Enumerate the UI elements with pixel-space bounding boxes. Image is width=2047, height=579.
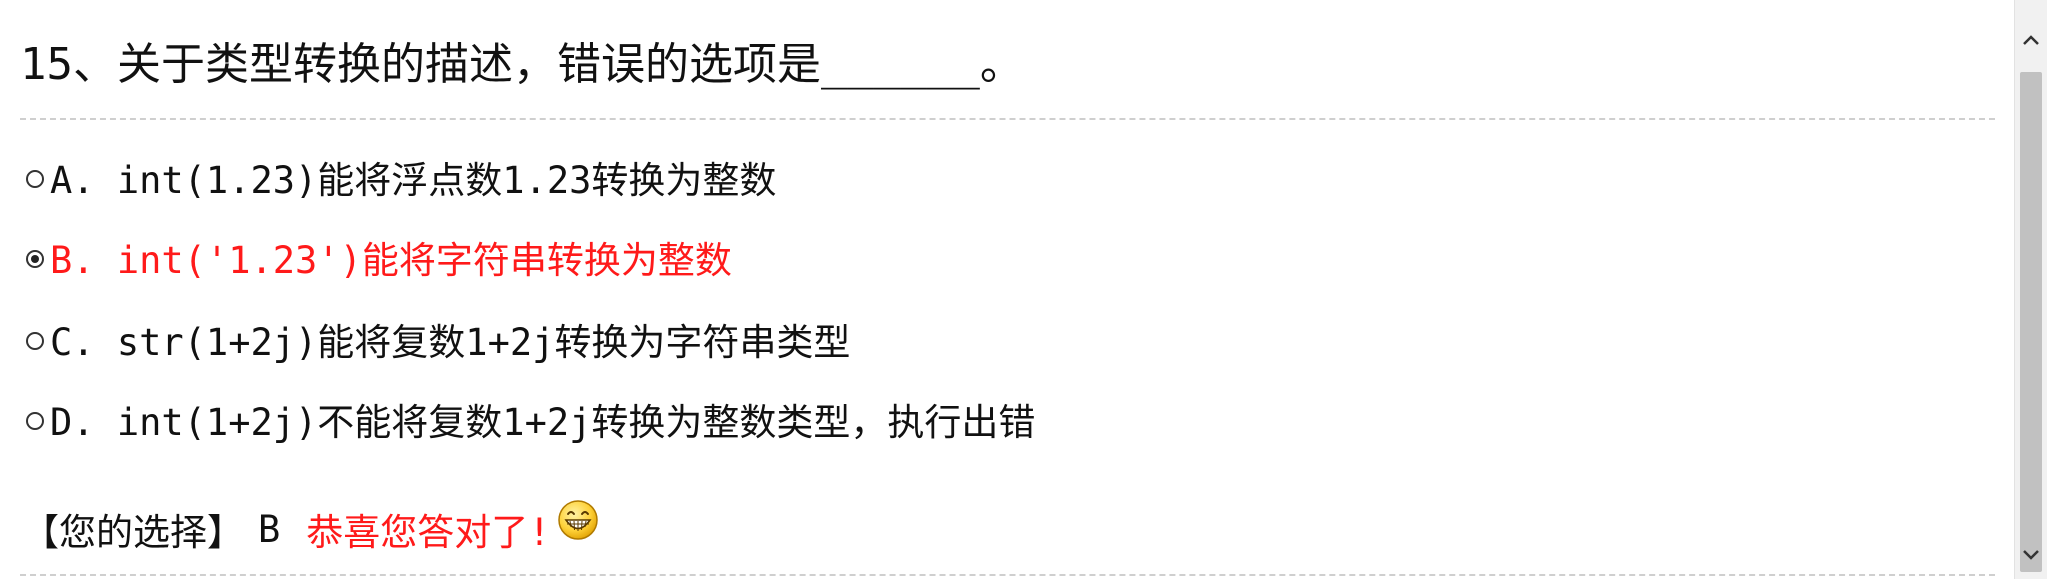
vertical-scrollbar[interactable]	[2014, 0, 2047, 579]
option-a-label: A. int(1.23)能将浮点数1.23转换为整数	[50, 159, 777, 202]
bottom-divider	[20, 574, 1995, 576]
option-d-label: D. int(1+2j)不能将复数1+2j转换为整数类型，执行出错	[50, 401, 1036, 444]
chevron-down-icon[interactable]	[2015, 539, 2047, 571]
option-b[interactable]: B. int('1.23')能将字符串转换为整数	[26, 232, 732, 282]
option-c-label: C. str(1+2j)能将复数1+2j转换为字符串类型	[50, 321, 851, 364]
option-a[interactable]: A. int(1.23)能将浮点数1.23转换为整数	[26, 152, 776, 202]
question-page: 15、关于类型转换的描述，错误的选项是______。 A. int(1.23)能…	[0, 0, 2047, 579]
option-c[interactable]: C. str(1+2j)能将复数1+2j转换为字符串类型	[26, 314, 850, 364]
grinning-face-icon	[557, 499, 599, 541]
your-choice-value: B	[258, 507, 281, 551]
radio-icon[interactable]	[26, 170, 44, 188]
correct-feedback: 恭喜您答对了!	[306, 511, 551, 554]
scroll-thumb[interactable]	[2020, 72, 2042, 572]
result-line: 【您的选择】 B 恭喜您答对了!	[22, 499, 599, 556]
option-b-label: B. int('1.23')能将字符串转换为整数	[50, 239, 732, 282]
option-d[interactable]: D. int(1+2j)不能将复数1+2j转换为整数类型，执行出错	[26, 394, 1035, 444]
radio-checked-icon[interactable]	[26, 250, 44, 268]
your-choice-label: 【您的选择】	[22, 511, 244, 554]
chevron-up-icon[interactable]	[2015, 24, 2047, 56]
question-title: 15、关于类型转换的描述，错误的选项是______。	[20, 39, 1024, 90]
title-divider	[20, 118, 1995, 120]
radio-icon[interactable]	[26, 412, 44, 430]
radio-icon[interactable]	[26, 332, 44, 350]
